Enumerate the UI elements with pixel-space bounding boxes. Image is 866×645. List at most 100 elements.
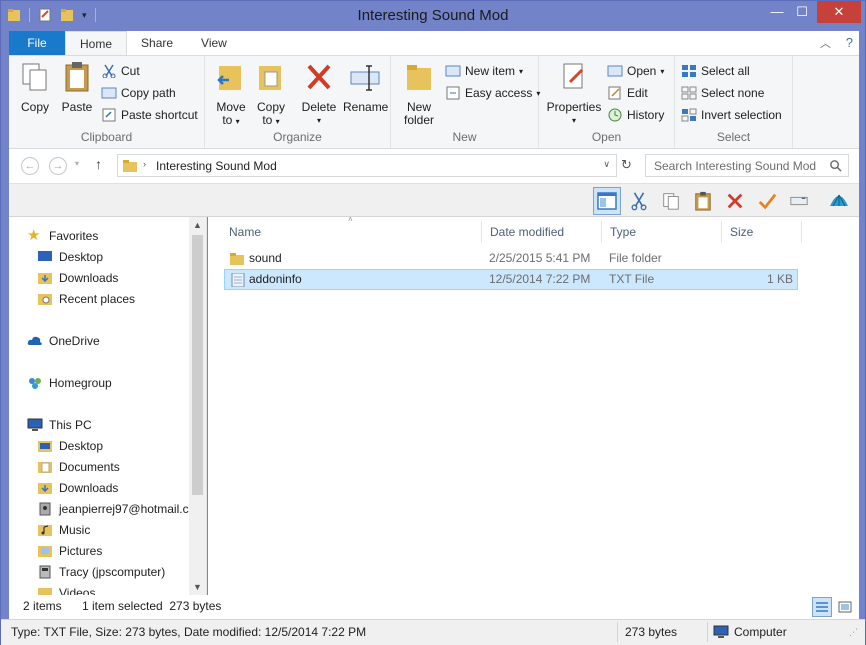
nav-item-music[interactable]: Music bbox=[37, 523, 90, 537]
scroll-down-icon[interactable]: ▼ bbox=[193, 582, 202, 592]
delete-button[interactable]: Delete ▾ bbox=[301, 60, 337, 127]
column-header-name[interactable]: Name bbox=[221, 221, 482, 243]
file-row-sound[interactable]: sound 2/25/2015 5:41 PM File folder bbox=[224, 248, 798, 269]
column-header-type[interactable]: Type bbox=[602, 221, 722, 243]
refresh-icon[interactable]: ↻ bbox=[621, 157, 632, 173]
cut-button[interactable]: Cut bbox=[101, 64, 140, 78]
nav-item-videos[interactable]: Videos bbox=[37, 586, 95, 595]
edit-button[interactable]: Edit bbox=[607, 86, 648, 100]
toolbar-check-button[interactable] bbox=[753, 187, 781, 215]
toolbar-copy-button[interactable] bbox=[657, 187, 685, 215]
column-header-size[interactable]: Size bbox=[722, 221, 802, 243]
rename-icon bbox=[350, 65, 380, 91]
nav-scroll-thumb[interactable] bbox=[192, 235, 203, 495]
resize-grip-icon[interactable]: ⋰ bbox=[849, 627, 858, 638]
breadcrumb-chevron-icon[interactable]: › bbox=[143, 159, 146, 169]
properties-button[interactable]: Properties ▾ bbox=[545, 60, 603, 127]
copy-path-button[interactable]: Copy path bbox=[101, 86, 176, 100]
nav-item-pc-downloads[interactable]: Downloads bbox=[37, 481, 118, 495]
nav-item-favorites[interactable]: ★ Favorites bbox=[27, 228, 98, 243]
tab-home[interactable]: Home bbox=[65, 31, 128, 55]
details-divider bbox=[617, 622, 618, 642]
command-toolbar bbox=[9, 183, 859, 217]
breadcrumb[interactable]: Interesting Sound Mod bbox=[156, 159, 277, 173]
search-placeholder: Search Interesting Sound Mod bbox=[654, 159, 817, 173]
new-folder-icon bbox=[407, 65, 431, 90]
toolbar-cut-button[interactable] bbox=[625, 187, 653, 215]
file-row-addoninfo[interactable]: addoninfo 12/5/2014 7:22 PM TXT File 1 K… bbox=[224, 269, 798, 290]
toolbar-paste-button[interactable] bbox=[689, 187, 717, 215]
scroll-up-icon[interactable]: ▲ bbox=[193, 220, 202, 230]
rename-button[interactable]: Rename bbox=[343, 60, 388, 114]
tab-file[interactable]: File bbox=[9, 31, 65, 55]
copy-button[interactable]: Copy bbox=[17, 60, 53, 114]
homegroup-icon bbox=[29, 378, 41, 389]
paste-shortcut-button[interactable]: Paste shortcut bbox=[101, 108, 198, 122]
select-none-label: Select none bbox=[701, 86, 765, 100]
move-to-button[interactable]: Move to ▾ bbox=[213, 60, 249, 128]
nav-item-downloads[interactable]: Downloads bbox=[37, 271, 118, 285]
open-button[interactable]: Open ▾ bbox=[607, 64, 664, 78]
folder-icon bbox=[38, 441, 52, 452]
easy-access-button[interactable]: Easy access ▾ bbox=[445, 86, 540, 100]
invert-selection-button[interactable]: Invert selection bbox=[681, 108, 782, 122]
toolbar-rename-button[interactable] bbox=[785, 187, 813, 215]
address-dropdown-icon[interactable]: ∨ bbox=[603, 159, 610, 170]
group-new: New folder New item ▾ Easy access ▾ New bbox=[391, 56, 540, 148]
collapse-ribbon-icon[interactable]: ︿ bbox=[820, 35, 831, 51]
tab-share[interactable]: Share bbox=[127, 31, 187, 55]
nav-item-pictures[interactable]: Pictures bbox=[37, 544, 102, 558]
search-input[interactable]: Search Interesting Sound Mod bbox=[645, 154, 849, 177]
recent-locations-icon[interactable]: ▾ bbox=[75, 159, 79, 168]
preview-pane-button[interactable] bbox=[593, 187, 621, 215]
nav-label: Videos bbox=[59, 586, 96, 595]
nav-item-onedrive[interactable]: OneDrive bbox=[27, 334, 100, 348]
close-button[interactable]: ✕ bbox=[817, 1, 861, 23]
edit-label: Edit bbox=[627, 86, 648, 100]
copy-path-label: Copy path bbox=[121, 86, 176, 100]
paste-shortcut-icon bbox=[102, 108, 116, 122]
nav-label: Tracy (jpscomputer) bbox=[59, 565, 166, 579]
large-icons-view-button[interactable] bbox=[835, 597, 855, 617]
select-group-label: Select bbox=[716, 130, 751, 144]
cloud-icon bbox=[27, 336, 42, 345]
minimize-button[interactable]: — bbox=[763, 1, 791, 23]
nav-item-documents[interactable]: Documents bbox=[37, 460, 120, 474]
select-none-button[interactable]: Select none bbox=[681, 86, 764, 100]
address-bar[interactable]: › Interesting Sound Mod ∨ bbox=[117, 154, 617, 177]
maximize-button[interactable]: ☐ bbox=[788, 1, 816, 23]
copy-to-button[interactable]: Copy to ▾ bbox=[253, 60, 289, 128]
column-header-date[interactable]: Date modified bbox=[482, 221, 602, 243]
nav-item-user-account[interactable]: jeanpierrej97@hotmail.co bbox=[37, 502, 195, 516]
selection-info: 1 item selected 273 bytes bbox=[82, 599, 222, 613]
toolbar-delete-button[interactable] bbox=[721, 187, 749, 215]
videos-folder-icon bbox=[38, 588, 52, 595]
forward-button[interactable]: → bbox=[49, 157, 67, 175]
new-item-button[interactable]: New item ▾ bbox=[445, 64, 523, 78]
group-clipboard: Copy Paste Cut Copy path Paste shortcut … bbox=[9, 56, 205, 148]
nav-item-homegroup[interactable]: Homegroup bbox=[27, 376, 112, 390]
navigation-pane: ★ Favorites Desktop Downloads Recent pla… bbox=[9, 217, 207, 595]
nav-item-pc-desktop[interactable]: Desktop bbox=[37, 439, 103, 453]
new-folder-button[interactable]: New folder bbox=[399, 60, 439, 127]
tab-view[interactable]: View bbox=[187, 31, 241, 55]
search-icon[interactable] bbox=[829, 159, 842, 172]
file-list: ˄ Name Date modified Type Size sound 2/2… bbox=[208, 215, 859, 595]
toolbar-shell-button[interactable] bbox=[825, 187, 853, 215]
back-button[interactable]: ← bbox=[21, 157, 39, 175]
up-button[interactable]: ↑ bbox=[95, 156, 102, 172]
nav-item-network-computer[interactable]: Tracy (jpscomputer) bbox=[37, 565, 165, 579]
details-view-button[interactable] bbox=[812, 597, 832, 617]
select-all-button[interactable]: Select all bbox=[681, 64, 750, 78]
nav-item-this-pc[interactable]: This PC bbox=[27, 418, 92, 432]
properties-icon bbox=[563, 63, 584, 89]
paste-button[interactable]: Paste bbox=[59, 60, 95, 114]
help-icon[interactable]: ? bbox=[846, 35, 853, 50]
nav-item-desktop[interactable]: Desktop bbox=[37, 250, 103, 264]
select-all-label: Select all bbox=[701, 64, 750, 78]
folder-icon bbox=[123, 160, 137, 172]
history-button[interactable]: History bbox=[607, 108, 664, 122]
location-zone: Computer bbox=[734, 625, 787, 639]
nav-item-recent-places[interactable]: Recent places bbox=[37, 292, 135, 306]
nav-scrollbar[interactable]: ▲ ▼ bbox=[189, 217, 206, 595]
